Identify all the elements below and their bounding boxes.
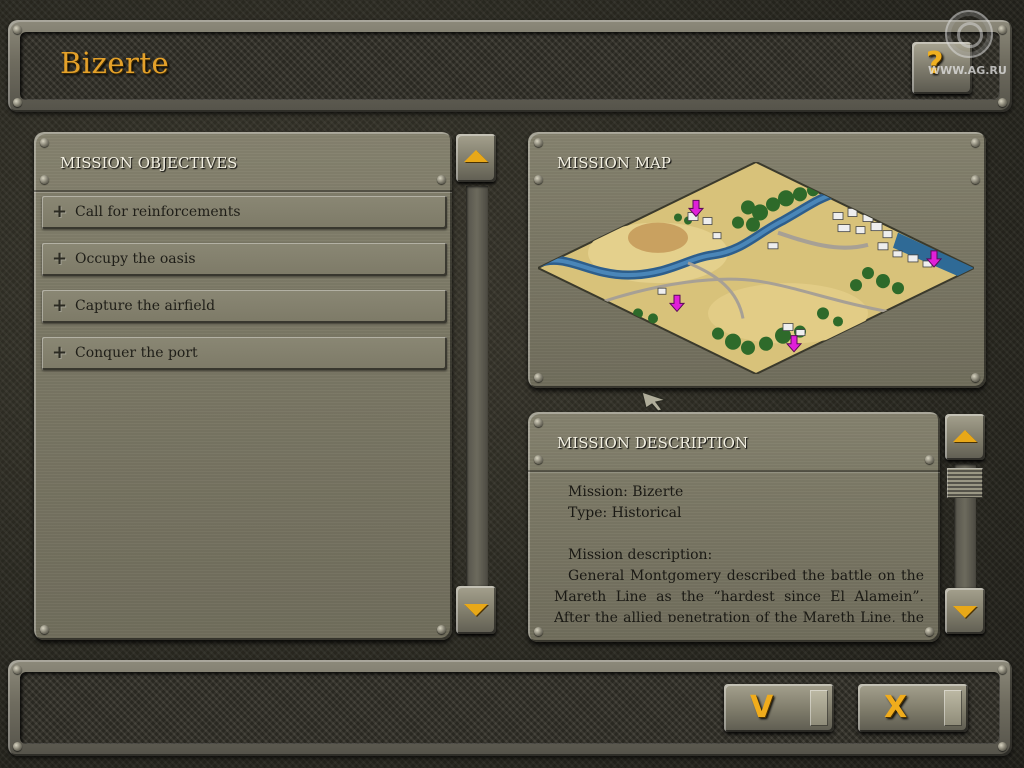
rivet-icon — [437, 175, 446, 184]
objectives-scroll-up-button[interactable] — [456, 134, 496, 182]
expand-plus-icon: + — [52, 295, 68, 316]
footer-inset — [20, 672, 1000, 744]
mission-description-text: Mission: Bizerte Type: Historical Missio… — [554, 482, 924, 622]
ag-logo-icon — [945, 10, 993, 58]
description-label: Mission description: — [568, 547, 713, 563]
rivet-icon — [13, 25, 22, 34]
mission-title: Bizerte — [60, 46, 170, 80]
rivet-icon — [40, 175, 49, 184]
objective-label: Conquer the port — [75, 345, 198, 361]
rivet-icon — [925, 627, 934, 636]
description-body-line: General Montgomery described the battle … — [568, 568, 924, 584]
objective-item[interactable]: + Call for reinforcements — [42, 196, 447, 229]
rivet-icon — [13, 742, 22, 751]
expand-plus-icon: + — [52, 248, 68, 269]
button-tab — [810, 690, 828, 726]
arrow-up-icon — [464, 150, 488, 162]
rivet-icon — [534, 455, 543, 464]
cancel-button[interactable]: X — [858, 684, 968, 732]
mission-name-line: Mission: Bizerte — [568, 484, 684, 500]
mouse-cursor-icon — [641, 391, 669, 412]
rivet-icon — [40, 138, 49, 147]
objective-label: Occupy the oasis — [75, 251, 196, 267]
rivet-icon — [40, 625, 49, 634]
mission-briefing-screen: Bizerte ? WWW.AG.RU MISSION OBJECTIVES +… — [0, 0, 1024, 768]
rivet-icon — [437, 625, 446, 634]
description-body-line: Mareth Line as the “hardest since El Ala… — [554, 589, 924, 605]
description-scroll-down-button[interactable] — [945, 588, 985, 634]
sand-patch — [628, 222, 688, 253]
rivet-icon — [534, 418, 543, 427]
rivet-icon — [534, 138, 543, 147]
rivet-icon — [534, 373, 543, 382]
mission-description-heading: MISSION DESCRIPTION — [557, 434, 749, 452]
rivet-icon — [925, 455, 934, 464]
description-scroll-thumb[interactable] — [947, 468, 983, 498]
checkmark-v-icon: V — [750, 690, 774, 725]
objectives-scroll-down-button[interactable] — [456, 586, 496, 634]
objectives-scrollbar-track[interactable] — [466, 186, 488, 586]
arrow-down-icon — [953, 606, 977, 618]
rivet-icon — [998, 742, 1007, 751]
description-scroll-up-button[interactable] — [945, 414, 985, 460]
watermark-text: WWW.AG.RU — [928, 64, 1007, 77]
rivet-icon — [998, 25, 1007, 34]
objective-label: Call for reinforcements — [75, 204, 241, 220]
objectives-heading: MISSION OBJECTIVES — [60, 154, 238, 172]
confirm-button[interactable]: V — [724, 684, 834, 732]
rivet-icon — [534, 627, 543, 636]
rivet-icon — [998, 665, 1007, 674]
description-body-line: After the allied penetration of the Mare… — [554, 610, 924, 622]
mission-map[interactable] — [538, 162, 974, 374]
button-tab — [944, 690, 962, 726]
arrow-up-icon — [953, 430, 977, 442]
mission-map-heading: MISSION MAP — [557, 154, 671, 172]
objective-item[interactable]: + Conquer the port — [42, 337, 447, 370]
objective-item[interactable]: + Occupy the oasis — [42, 243, 447, 276]
rivet-icon — [13, 665, 22, 674]
mission-type-line: Type: Historical — [568, 505, 682, 521]
rivet-icon — [998, 98, 1007, 107]
rivet-icon — [971, 373, 980, 382]
expand-plus-icon: + — [52, 342, 68, 363]
rivet-icon — [971, 138, 980, 147]
expand-plus-icon: + — [52, 201, 68, 222]
close-x-icon: X — [884, 690, 908, 725]
rivet-icon — [13, 98, 22, 107]
objective-label: Capture the airfield — [75, 298, 216, 314]
objective-item[interactable]: + Capture the airfield — [42, 290, 447, 323]
arrow-down-icon — [464, 604, 488, 616]
